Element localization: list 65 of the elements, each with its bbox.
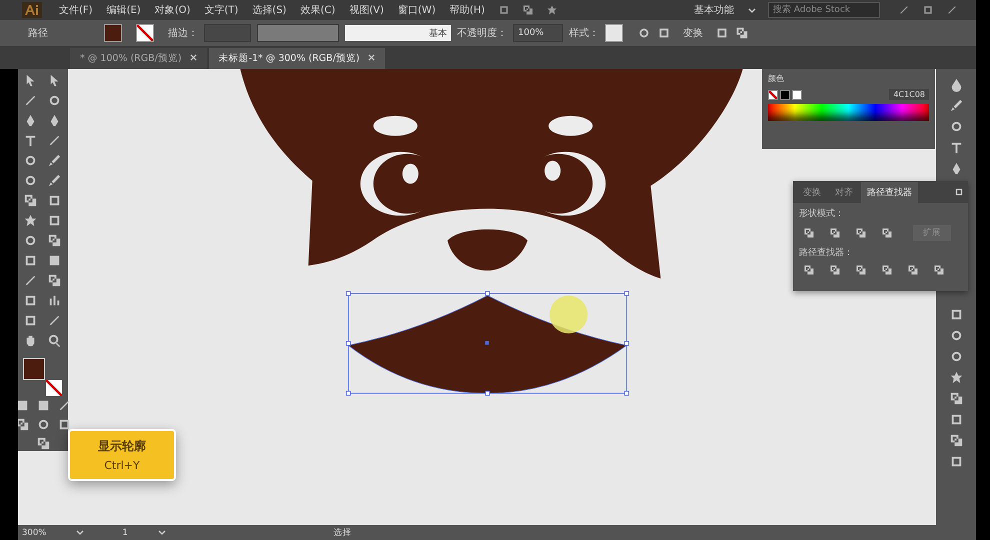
fill-color-swatch[interactable] [23, 358, 45, 380]
preset-swatch[interactable] [792, 90, 802, 100]
maximize-icon[interactable] [922, 4, 934, 16]
variable-width-field[interactable] [257, 24, 339, 42]
cursor-highlight [550, 296, 588, 334]
menu-item[interactable]: 帮助(H) [444, 3, 490, 17]
type-tool-icon[interactable] [23, 133, 38, 148]
selection-type-label: 路径 [27, 27, 49, 40]
opacity-label: 不透明度： [457, 26, 507, 40]
preset-swatch[interactable] [780, 90, 790, 100]
tooltip-title: 显示轮廓 [98, 438, 146, 455]
stroke-weight-field[interactable] [204, 24, 251, 42]
overlapping-squares-icon[interactable] [829, 227, 841, 239]
panel-tab[interactable]: 颜色 [768, 72, 784, 84]
app-logo-icon [22, 2, 42, 18]
panel-tab[interactable]: 对齐 [829, 182, 859, 202]
document-tab[interactable]: * @ 100% (RGB/预览) [70, 48, 207, 69]
menu-item[interactable]: 文件(F) [54, 3, 98, 17]
section-label: 形状模式： [799, 208, 845, 220]
transform-link[interactable]: 变换 [683, 26, 703, 40]
menu-item[interactable]: 文字(T) [199, 3, 244, 17]
caret-icon[interactable] [748, 8, 756, 12]
menu-item[interactable]: 选择(S) [247, 3, 292, 17]
workspace-switcher[interactable]: 基本功能 [694, 3, 734, 17]
document-tab[interactable]: 未标题-1* @ 300% (RGB/预览) [208, 48, 385, 69]
search-field[interactable]: 搜索 Adobe Stock [768, 2, 880, 18]
column-graph-icon[interactable] [47, 293, 62, 308]
overlapping-squares-icon[interactable] [855, 227, 867, 239]
menu-item[interactable]: 视图(V) [344, 3, 389, 17]
fill-swatch[interactable] [104, 24, 122, 42]
stroke-label: 描边： [168, 26, 198, 40]
menu-item[interactable]: 对象(O) [150, 3, 196, 17]
overlapping-squares-icon[interactable] [803, 227, 815, 239]
panel-tab[interactable]: 变换 [797, 182, 827, 202]
overlapping-squares-icon[interactable] [907, 264, 919, 276]
overlapping-squares-icon[interactable] [881, 264, 893, 276]
line-segment-icon[interactable] [47, 133, 62, 148]
overlapping-squares-icon[interactable] [855, 264, 867, 276]
menu-item[interactable]: 效果(C) [295, 3, 340, 17]
overlapping-squares-icon[interactable] [933, 264, 945, 276]
menu-item[interactable]: 窗口(W) [392, 3, 441, 17]
current-tool-label: 选择 [334, 526, 352, 538]
overlapping-squares-icon[interactable] [829, 264, 841, 276]
overlapping-squares-icon[interactable] [881, 227, 893, 239]
color-spectrum[interactable] [768, 104, 929, 121]
panel-tab[interactable]: 路径查找器 [861, 182, 918, 202]
brush-definition-dropdown[interactable]: 基本 [345, 25, 451, 41]
zoom-icon[interactable] [47, 333, 62, 348]
hex-field[interactable]: 4C1C08 [889, 89, 929, 100]
artboard-number-field[interactable]: 1 [122, 528, 128, 538]
none-swatch[interactable] [768, 90, 778, 100]
overlapping-squares-icon[interactable] [803, 264, 815, 276]
caret-icon[interactable] [76, 530, 84, 535]
menu-item[interactable]: 编辑(E) [102, 3, 146, 17]
section-label: 路径查找器： [799, 246, 854, 259]
stroke-swatch[interactable] [136, 24, 154, 42]
tooltip-shortcut: Ctrl+Y [104, 459, 140, 472]
stroke-color-swatch[interactable] [46, 380, 62, 396]
style-label: 样式： [569, 26, 599, 40]
paintbrush-icon[interactable] [47, 153, 62, 168]
brush-library-icon[interactable] [948, 98, 964, 113]
caret-icon[interactable] [158, 530, 166, 535]
graphic-style-swatch[interactable] [605, 24, 623, 42]
zoom-level-field[interactable]: 300% [22, 528, 46, 538]
opacity-field[interactable]: 100% [513, 24, 563, 42]
